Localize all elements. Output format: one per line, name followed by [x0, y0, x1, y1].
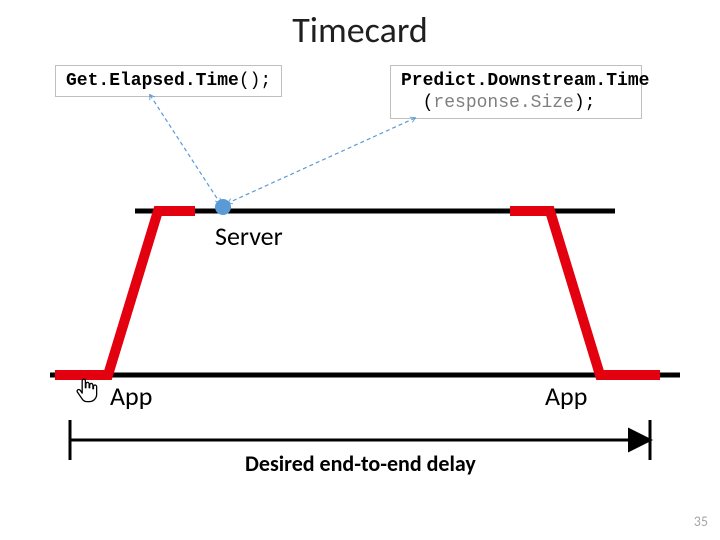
page-number: 35 — [694, 513, 708, 530]
code-right-close: ); — [574, 93, 596, 113]
code-right-param: response.Size — [433, 93, 573, 113]
path-up — [55, 211, 195, 375]
path-down — [510, 211, 660, 375]
code-right: Predict.Downstream.Time (response.Size); — [390, 65, 642, 119]
label-app-right: App — [545, 380, 587, 412]
code-left-method: Get.Elapsed.Time — [66, 71, 239, 91]
pointer-right — [228, 118, 415, 203]
label-server: Server — [215, 220, 283, 252]
cursor-hand-icon — [74, 377, 100, 407]
label-app-left: App — [110, 380, 152, 412]
code-left-params: (); — [239, 71, 271, 91]
code-right-open: ( — [423, 93, 434, 113]
pointer-left — [150, 95, 220, 203]
code-left: Get.Elapsed.Time(); — [55, 65, 282, 97]
page-title: Timecard — [0, 8, 720, 52]
label-delay: Desired end-to-end delay — [245, 450, 476, 477]
event-dot — [215, 199, 231, 215]
code-right-method: Predict.Downstream.Time — [401, 71, 649, 91]
code-right-indent — [401, 93, 423, 113]
